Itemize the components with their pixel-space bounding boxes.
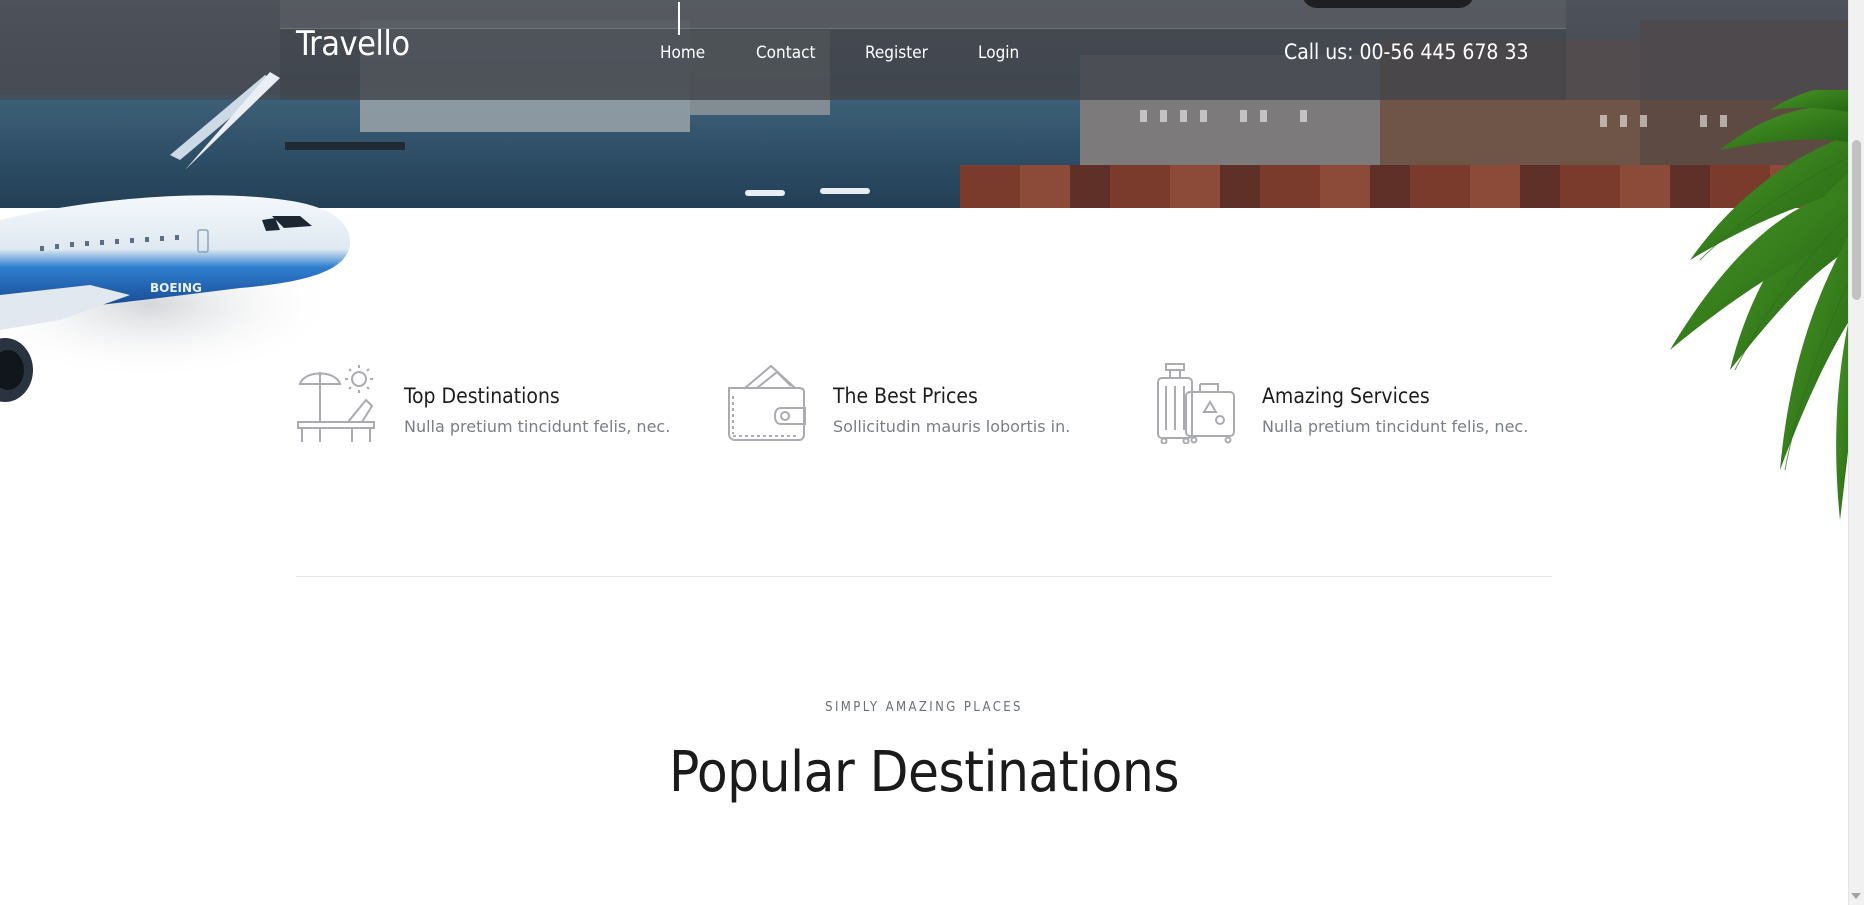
window xyxy=(1180,110,1187,122)
feature-title: Amazing Services xyxy=(1262,384,1430,408)
window xyxy=(1240,110,1247,122)
window xyxy=(1260,110,1267,122)
palm-tree-image xyxy=(1670,90,1864,520)
feature-title: The Best Prices xyxy=(833,384,978,408)
feature-top-destinations: Top Destinations Nulla pretium tincidunt… xyxy=(296,362,676,452)
beach-chair-umbrella-icon xyxy=(297,365,375,442)
feature-amazing-services: Amazing Services Nulla pretium tincidunt… xyxy=(1154,362,1534,452)
search-button[interactable] xyxy=(1302,0,1474,8)
boat xyxy=(820,188,870,194)
section-eyebrow: SIMPLY AMAZING PLACES xyxy=(825,700,1023,715)
text-cursor xyxy=(678,2,680,35)
scrollbar-thumb[interactable] xyxy=(1852,140,1861,300)
window xyxy=(1140,110,1147,122)
feature-description: Nulla pretium tincidunt felis, nec. xyxy=(1262,417,1529,436)
window xyxy=(1160,110,1167,122)
scroll-down-arrow-icon[interactable] xyxy=(1851,893,1861,899)
section-title: Popular Destinations xyxy=(668,740,1180,805)
window xyxy=(1300,110,1307,122)
section-divider xyxy=(296,576,1552,577)
header-phone: Call us: 00-56 445 678 33 xyxy=(1284,40,1529,64)
nav-contact-link[interactable]: Contact xyxy=(756,43,816,63)
nav-login-link[interactable]: Login xyxy=(978,43,1019,63)
feature-best-prices: The Best Prices Sollicitudin mauris lobo… xyxy=(725,362,1105,452)
wallet-icon xyxy=(728,364,806,441)
luggage-icon xyxy=(1157,363,1235,444)
page-scrollbar[interactable] xyxy=(1848,0,1864,905)
nav-home-link[interactable]: Home xyxy=(660,43,705,63)
site-logo[interactable]: Travello xyxy=(296,24,410,64)
feature-description: Sollicitudin mauris lobortis in. xyxy=(833,417,1071,436)
boeing-livery-text: BOEING xyxy=(150,281,202,295)
window xyxy=(1200,110,1207,122)
feature-description: Nulla pretium tincidunt felis, nec. xyxy=(404,417,671,436)
feature-title: Top Destinations xyxy=(404,384,560,408)
boat xyxy=(745,190,785,196)
nav-register-link[interactable]: Register xyxy=(865,43,928,63)
